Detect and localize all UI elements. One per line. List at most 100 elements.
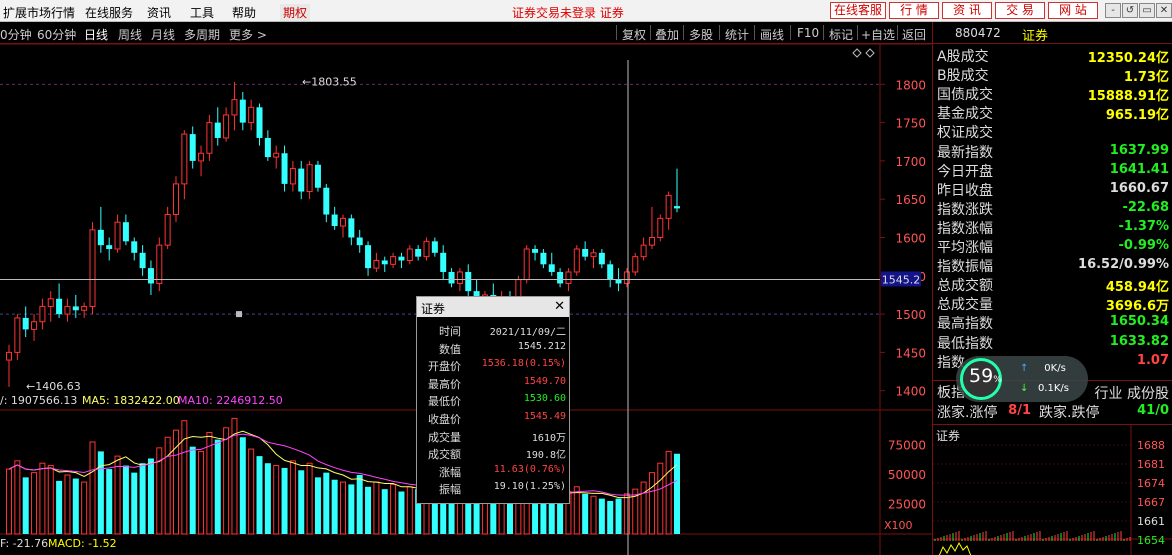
candle-body-up — [64, 305, 71, 315]
mark-button[interactable]: 标记 — [829, 26, 853, 43]
mini-intraday-chart[interactable]: 证券 1688 1681 1674 1667 1661 1654 — [933, 424, 1172, 555]
candle-body-down — [365, 245, 372, 269]
toolbar-divider — [790, 25, 791, 40]
candle-body-up — [406, 248, 413, 261]
login-status-text[interactable]: 证券交易未登录 证券 — [512, 4, 624, 21]
candle-body-down — [323, 187, 330, 215]
volume-bar-up — [340, 481, 346, 535]
menu-item-online-service[interactable]: 在线服务 — [85, 4, 133, 21]
quotes-button[interactable]: 行 情 — [889, 2, 939, 19]
adjust-button[interactable]: 复权 — [622, 26, 646, 43]
volume-bar-down — [239, 437, 246, 534]
network-speed-widget[interactable]: 59% ↑ 0K/s ↓ 0.1K/s — [956, 356, 1088, 402]
macd-legend: MACD: -1.52 — [48, 537, 117, 550]
candle-body-up — [31, 321, 38, 330]
tooltip-value: 190.8亿 — [525, 450, 566, 462]
candle-body-up — [39, 305, 46, 323]
restore-icon[interactable]: ↺ — [1122, 3, 1138, 18]
decline-label: 跌家.跌停 — [1039, 405, 1100, 421]
news-button[interactable]: 资 讯 — [942, 2, 992, 19]
period-tab-minute[interactable]: 0分钟 — [0, 26, 32, 43]
toolbar-divider — [897, 25, 898, 40]
draw-line-button[interactable]: 画线 — [760, 26, 784, 43]
stat-label: 总成交量 — [937, 297, 993, 314]
candle-body-up — [181, 133, 188, 185]
trade-button[interactable]: 交 易 — [995, 2, 1045, 19]
candle-body-down — [298, 168, 305, 192]
mini-price-line — [938, 541, 972, 555]
tooltip-value: 1610万 — [531, 432, 566, 444]
volume-bar-up — [181, 420, 188, 535]
menu-item-options[interactable]: 期权 — [280, 4, 311, 21]
tooltip-key: 开盘价 — [428, 360, 461, 374]
tooltip-header[interactable]: 证券 ✕ — [417, 297, 569, 317]
period-tab-60min[interactable]: 60分钟 — [37, 26, 76, 43]
menu-item-news[interactable]: 资讯 — [147, 4, 171, 21]
tooltip-row: 开盘价 1536.18(0.15%) — [417, 358, 569, 373]
volume-bar-down — [365, 486, 372, 534]
stat-value: -1.37% — [1118, 218, 1170, 234]
diamond-icon — [865, 48, 875, 58]
volume-bar-up — [481, 500, 488, 535]
period-tab-multi[interactable]: 多周期 — [184, 26, 220, 43]
period-tab-more[interactable]: 更多 > — [229, 26, 267, 43]
multi-stock-button[interactable]: 多股 — [689, 26, 713, 43]
add-watchlist-button[interactable]: +自选 — [861, 26, 895, 43]
board-right-label[interactable]: 行业 成份股 — [1095, 383, 1169, 403]
volume-bar-down — [147, 458, 154, 534]
candle-body-up — [198, 152, 205, 162]
stat-label: 昨日收盘 — [937, 182, 993, 199]
volume-bar-down — [256, 456, 263, 534]
close-icon[interactable]: ✕ — [1156, 3, 1172, 18]
menu-item-tools[interactable]: 工具 — [190, 4, 214, 21]
menu-item-help[interactable]: 帮助 — [232, 4, 256, 21]
close-icon[interactable]: ✕ — [554, 299, 565, 314]
volume-bar-down — [314, 477, 321, 534]
tooltip-row: 数值 1545.212 — [417, 341, 569, 356]
candle-body-down — [415, 248, 422, 257]
volume-bar-down — [323, 472, 330, 534]
customer-service-button[interactable]: 在线客服 — [830, 2, 886, 19]
ma5-legend: MA5: 1832422.00 — [82, 394, 180, 407]
volume-bar-down — [281, 467, 288, 534]
stat-label: 指数振幅 — [937, 259, 993, 276]
stat-value: 1660.67 — [1109, 180, 1169, 196]
period-tab-daily[interactable]: 日线 — [84, 26, 108, 43]
website-button[interactable]: 网 站 — [1048, 2, 1098, 19]
menu-item-extended-market[interactable]: 扩展市场行情 — [3, 4, 75, 21]
volume-tick-label: 50000 — [888, 468, 926, 482]
toolbar-divider — [754, 25, 755, 40]
minimize-icon[interactable]: - — [1105, 3, 1121, 18]
overlay-button[interactable]: 叠加 — [655, 26, 679, 43]
stat-row: 最低指数 1633.82 — [933, 332, 1172, 352]
volume-bar-up — [223, 427, 230, 535]
back-button[interactable]: 返回 — [902, 26, 926, 43]
stat-label: 今日开盘 — [937, 163, 993, 180]
memory-percent: 59% — [969, 365, 1002, 387]
candle-body-down — [22, 317, 29, 330]
stat-label: 指数涨跌 — [937, 201, 993, 218]
candle-body-up — [657, 217, 664, 239]
tooltip-row: 振幅 19.10(1.25%) — [417, 481, 569, 496]
volume-bar-up — [39, 462, 46, 535]
volume-bar-down — [139, 463, 146, 534]
volume-bar-down — [331, 479, 338, 534]
f10-button[interactable]: F10 — [797, 26, 819, 40]
data-tooltip-window[interactable]: 证券 ✕ 时间 2021/11/09/二 数值 1545.212 开盘价 1536.18(… — [416, 296, 570, 504]
volume-bar-down — [97, 451, 104, 534]
statistics-button[interactable]: 统计 — [725, 26, 749, 43]
advance-value: 8/1 — [1008, 403, 1031, 418]
period-tab-monthly[interactable]: 月线 — [151, 26, 175, 43]
volume-bar-down — [356, 475, 363, 534]
candle-body-down — [331, 214, 338, 227]
candle-body-down — [314, 164, 321, 188]
volume-bar-up — [306, 462, 313, 535]
candle-body-up — [640, 244, 647, 258]
candle-body-down — [139, 252, 146, 269]
candle-body-up — [173, 183, 179, 216]
maximize-icon[interactable]: ▭ — [1139, 3, 1155, 18]
period-tab-weekly[interactable]: 周线 — [118, 26, 142, 43]
candlesticks — [6, 82, 680, 387]
tooltip-row: 成交额 190.8亿 — [417, 446, 569, 461]
candle-body-down — [431, 241, 438, 253]
